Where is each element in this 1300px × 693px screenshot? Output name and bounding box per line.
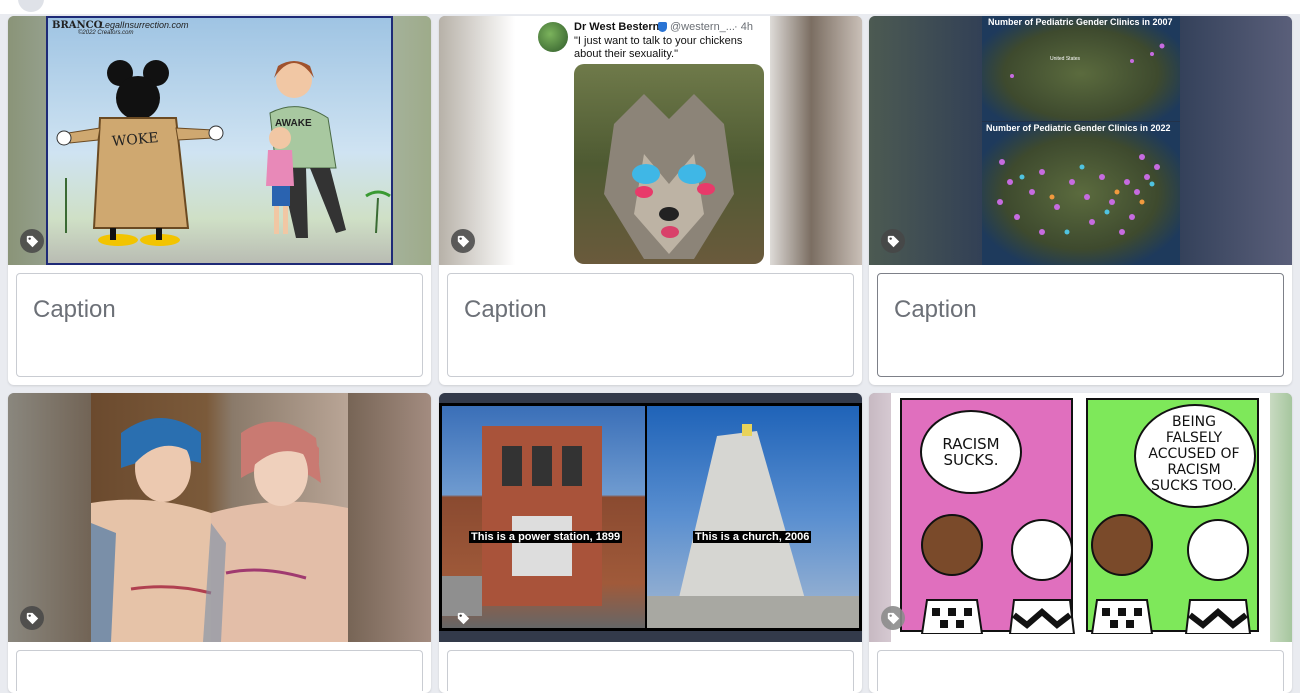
top-bar — [0, 0, 1300, 14]
tag-button[interactable] — [20, 606, 44, 630]
twitter-avatar — [538, 22, 568, 52]
cartoon-site: LegalInsurrection.com — [100, 20, 189, 30]
meme-card-1: BRANCO LegalInsurrection.com ©2022 Creat… — [8, 16, 431, 385]
label-power-station: This is a power station, 1899 — [469, 531, 623, 543]
tag-button[interactable] — [881, 229, 905, 253]
map-top — [982, 16, 1180, 121]
caption-input[interactable]: Caption — [877, 273, 1284, 377]
meme-image[interactable]: Number of Pediatric Gender Clinics in 20… — [869, 16, 1292, 265]
tag-icon — [887, 612, 899, 624]
map-bottom — [982, 122, 1180, 265]
shirt-label: AWAKE — [275, 118, 312, 129]
meme-card-3: Number of Pediatric Gender Clinics in 20… — [869, 16, 1292, 385]
meme-image[interactable]: This is a power station, 1899 This is a … — [439, 393, 862, 642]
tag-icon — [457, 612, 469, 624]
cartoon-copyright: ©2022 Creators.com — [78, 30, 134, 36]
caption-input[interactable] — [877, 650, 1284, 691]
tag-icon — [887, 235, 899, 247]
comic-panel-green: BEING FALSELY ACCUSED OF RACISM SUCKS TO… — [1086, 398, 1259, 634]
caption-placeholder: Caption — [894, 296, 977, 323]
cartoon-illustration — [56, 60, 391, 246]
meme-image[interactable]: BRANCO LegalInsurrection.com ©2022 Creat… — [8, 16, 431, 265]
caption-placeholder: Caption — [33, 296, 116, 323]
tag-icon — [457, 235, 469, 247]
comic-panel-pink: RACISM SUCKS. — [900, 398, 1075, 634]
map-label: United States — [1050, 56, 1081, 62]
photo-church — [647, 406, 859, 628]
photo-power-station — [442, 406, 645, 628]
tag-icon — [26, 235, 38, 247]
map-title-2007: Number of Pediatric Gender Clinics in 20… — [988, 17, 1173, 27]
meme-image[interactable]: Dr West Bestern @western_... · 4h "I jus… — [439, 16, 862, 265]
meme-card-2: Dr West Bestern @western_... · 4h "I jus… — [439, 16, 862, 385]
tag-button[interactable] — [20, 229, 44, 253]
photo — [91, 393, 348, 642]
caption-input[interactable] — [447, 650, 854, 691]
meme-card-5: This is a power station, 1899 This is a … — [439, 393, 862, 693]
tag-button[interactable] — [451, 606, 475, 630]
verified-badge-icon — [658, 22, 667, 32]
avatar[interactable] — [18, 0, 44, 12]
tag-button[interactable] — [451, 229, 475, 253]
tag-icon — [26, 612, 38, 624]
caption-input[interactable]: Caption — [16, 273, 423, 377]
tag-button[interactable] — [881, 606, 905, 630]
caption-input[interactable] — [16, 650, 423, 691]
tweet-photo — [574, 64, 764, 264]
tweet-user-name: Dr West Bestern — [574, 21, 660, 33]
tweet-text: "I just want to talk to your chickens ab… — [574, 35, 743, 60]
tweet-time: · 4h — [734, 21, 753, 33]
map-title-2022: Number of Pediatric Gender Clinics in 20… — [986, 123, 1171, 133]
caption-placeholder: Caption — [464, 296, 547, 323]
meme-image[interactable] — [8, 393, 431, 642]
meme-card-6: RACISM SUCKS. BEING FALSELY ACCUSED OF R… — [869, 393, 1292, 693]
caption-input[interactable]: Caption — [447, 273, 854, 377]
meme-image[interactable]: RACISM SUCKS. BEING FALSELY ACCUSED OF R… — [869, 393, 1292, 642]
tweet-user-handle: @western_... — [670, 21, 735, 33]
label-church: This is a church, 2006 — [693, 531, 812, 543]
meme-card-4 — [8, 393, 431, 693]
